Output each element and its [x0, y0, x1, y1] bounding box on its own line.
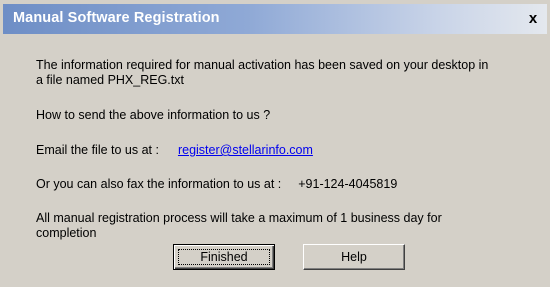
window-title: Manual Software Registration — [13, 10, 220, 26]
email-link[interactable]: register@stellarinfo.com — [178, 143, 313, 157]
finished-button-label: Finished — [200, 250, 248, 264]
notice-line-1: All manual registration process will tak… — [36, 211, 442, 225]
info-line-2: a file named PHX_REG.txt — [36, 73, 184, 87]
email-row: Email the file to us at : register@stell… — [36, 143, 313, 158]
fax-row: Or you can also fax the information to u… — [36, 177, 397, 192]
fax-label: Or you can also fax the information to u… — [36, 177, 282, 191]
help-button-label: Help — [341, 250, 367, 264]
close-icon[interactable]: x — [525, 11, 541, 27]
finished-button[interactable]: Finished — [173, 244, 275, 270]
info-line-1: The information required for manual acti… — [36, 58, 489, 72]
registration-dialog: Manual Software Registration x The infor… — [0, 0, 550, 287]
help-button[interactable]: Help — [303, 244, 405, 270]
title-bar[interactable]: Manual Software Registration x — [3, 4, 547, 34]
question-text: How to send the above information to us … — [36, 108, 271, 122]
fax-number: +91-124-4045819 — [298, 177, 398, 191]
notice-line-2: completion — [36, 226, 97, 240]
email-label: Email the file to us at : — [36, 143, 159, 157]
